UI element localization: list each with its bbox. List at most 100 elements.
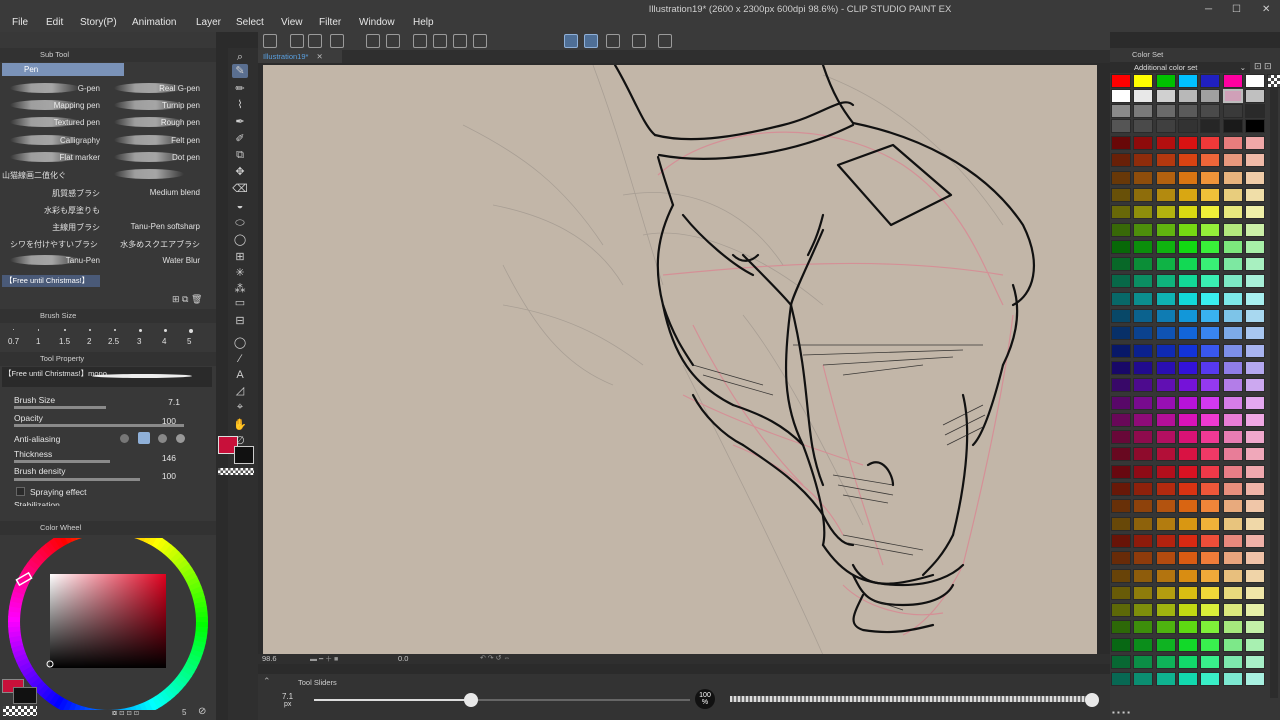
color-swatch[interactable]	[1111, 291, 1131, 306]
color-swatch[interactable]	[1111, 585, 1131, 600]
color-swatch[interactable]	[1177, 637, 1198, 652]
color-swatch[interactable]	[1177, 205, 1198, 220]
opacity-bar[interactable]	[14, 424, 184, 427]
color-swatch[interactable]	[1155, 620, 1176, 635]
color-swatch[interactable]	[1177, 170, 1198, 185]
prop-thickness-value[interactable]: 146	[146, 453, 176, 463]
color-swatch[interactable]	[1222, 655, 1243, 669]
rotate-controls-icon[interactable]: ↶ ↷ ↺ ⇔	[480, 654, 510, 662]
color-swatch[interactable]	[1133, 74, 1154, 88]
color-swatch[interactable]	[1133, 412, 1154, 427]
move-tool-icon[interactable]: ✥	[232, 165, 248, 179]
size-preset[interactable]: 2.5	[108, 337, 119, 346]
nav-controls-icon[interactable]: ▬ ━ ＋ ■	[310, 654, 338, 664]
color-swatch[interactable]	[1200, 326, 1221, 341]
color-swatch[interactable]	[1133, 620, 1154, 635]
color-swatch[interactable]	[1111, 516, 1131, 531]
color-swatch[interactable]	[1222, 291, 1243, 306]
color-swatch[interactable]	[1111, 119, 1131, 133]
color-swatch[interactable]	[1200, 136, 1221, 150]
fill-icon[interactable]	[453, 34, 467, 48]
color-swatch[interactable]	[1177, 620, 1198, 635]
color-swatch[interactable]	[1200, 585, 1221, 600]
color-swatch[interactable]	[1133, 499, 1154, 514]
color-swatch[interactable]	[1200, 637, 1221, 652]
color-swatch[interactable]	[1155, 551, 1176, 566]
color-swatch[interactable]	[1111, 412, 1131, 427]
color-swatch[interactable]	[1222, 412, 1243, 427]
help-icon[interactable]	[658, 34, 672, 48]
drawing-canvas[interactable]	[263, 65, 1097, 655]
color-swatch[interactable]	[1177, 603, 1198, 618]
color-swatch[interactable]	[1111, 187, 1131, 202]
airbrush-tool-icon[interactable]: ✒	[232, 115, 248, 129]
color-swatch[interactable]	[1111, 447, 1131, 462]
redo-icon[interactable]	[386, 34, 400, 48]
color-swatch[interactable]	[1200, 104, 1221, 118]
sparkle-tool-icon[interactable]: ✳	[232, 266, 248, 280]
color-swatch[interactable]	[1222, 516, 1243, 531]
prop-brush-density-value[interactable]: 100	[146, 471, 176, 481]
color-swatch[interactable]	[1244, 170, 1265, 185]
color-swatch[interactable]	[1222, 620, 1243, 635]
color-swatch[interactable]	[1111, 170, 1131, 185]
color-swatch[interactable]	[1177, 239, 1198, 254]
color-swatch[interactable]	[1244, 326, 1265, 341]
color-swatch[interactable]	[1200, 153, 1221, 168]
color-swatch[interactable]	[1133, 89, 1154, 103]
color-swatch[interactable]	[1111, 309, 1131, 323]
settings-icon[interactable]	[632, 34, 646, 48]
color-swatch[interactable]	[1155, 153, 1176, 168]
color-swatch[interactable]	[1222, 309, 1243, 323]
color-swatch[interactable]	[1177, 533, 1198, 548]
color-swatch[interactable]	[1222, 637, 1243, 652]
color-swatch[interactable]	[1177, 378, 1198, 393]
color-swatch[interactable]	[1177, 499, 1198, 514]
color-swatch[interactable]	[1133, 655, 1154, 669]
color-swatch[interactable]	[1200, 447, 1221, 462]
add-brush-icon[interactable]: ⊞ ⧉ 🗑	[172, 294, 202, 305]
color-swatch[interactable]	[1222, 585, 1243, 600]
color-swatch[interactable]	[1177, 360, 1198, 375]
color-swatch[interactable]	[1244, 533, 1265, 548]
size-preset[interactable]: 1.5	[59, 337, 70, 346]
brush-item[interactable]: Tanu-Pen softsharp	[104, 222, 200, 231]
color-swatch[interactable]	[1222, 239, 1243, 254]
color-swatch[interactable]	[1177, 551, 1198, 566]
color-swatch[interactable]	[1200, 309, 1221, 323]
color-swatch[interactable]	[1200, 620, 1221, 635]
antialiasing-options[interactable]	[120, 432, 192, 444]
color-swatch[interactable]	[1244, 412, 1265, 427]
color-swatch[interactable]	[1222, 482, 1243, 496]
color-swatch[interactable]	[1155, 136, 1176, 150]
brush-item[interactable]: 水彩も厚塗りも	[2, 205, 100, 216]
color-swatch[interactable]	[1111, 222, 1131, 237]
transparent-color-swatch[interactable]	[3, 706, 37, 716]
color-swatch[interactable]	[1200, 187, 1221, 202]
text-tool-icon[interactable]: A	[232, 368, 248, 382]
color-swatch[interactable]	[1111, 568, 1131, 583]
transparent-swatch[interactable]	[1267, 74, 1280, 88]
color-swatch[interactable]	[1244, 568, 1265, 583]
color-swatch[interactable]	[1244, 187, 1265, 202]
color-swatch[interactable]	[1111, 89, 1131, 103]
aa-weak-icon[interactable]	[138, 432, 150, 444]
blend-tool-icon[interactable]: ◒	[232, 199, 248, 213]
color-swatch[interactable]	[1177, 430, 1198, 445]
color-swatch[interactable]	[1155, 585, 1176, 600]
color-swatch[interactable]	[1155, 326, 1176, 341]
color-swatch[interactable]	[1200, 395, 1221, 410]
color-swatch[interactable]	[1111, 104, 1131, 118]
grid-tool-icon[interactable]: ⊞	[232, 250, 248, 264]
color-swatch[interactable]	[1133, 257, 1154, 272]
aa-none-icon[interactable]	[120, 434, 129, 443]
color-swatch[interactable]	[1222, 360, 1243, 375]
pen-tool-icon[interactable]: ✎	[232, 64, 248, 78]
color-mode-icons[interactable]: ⧇ ⊡ ⊡ ⊡	[112, 708, 139, 718]
color-swatch[interactable]	[1111, 482, 1131, 496]
color-swatch[interactable]	[1244, 620, 1265, 635]
color-swatch[interactable]	[1155, 205, 1176, 220]
color-swatch[interactable]	[1200, 655, 1221, 669]
color-swatch[interactable]	[1133, 360, 1154, 375]
color-swatch[interactable]	[1177, 222, 1198, 237]
